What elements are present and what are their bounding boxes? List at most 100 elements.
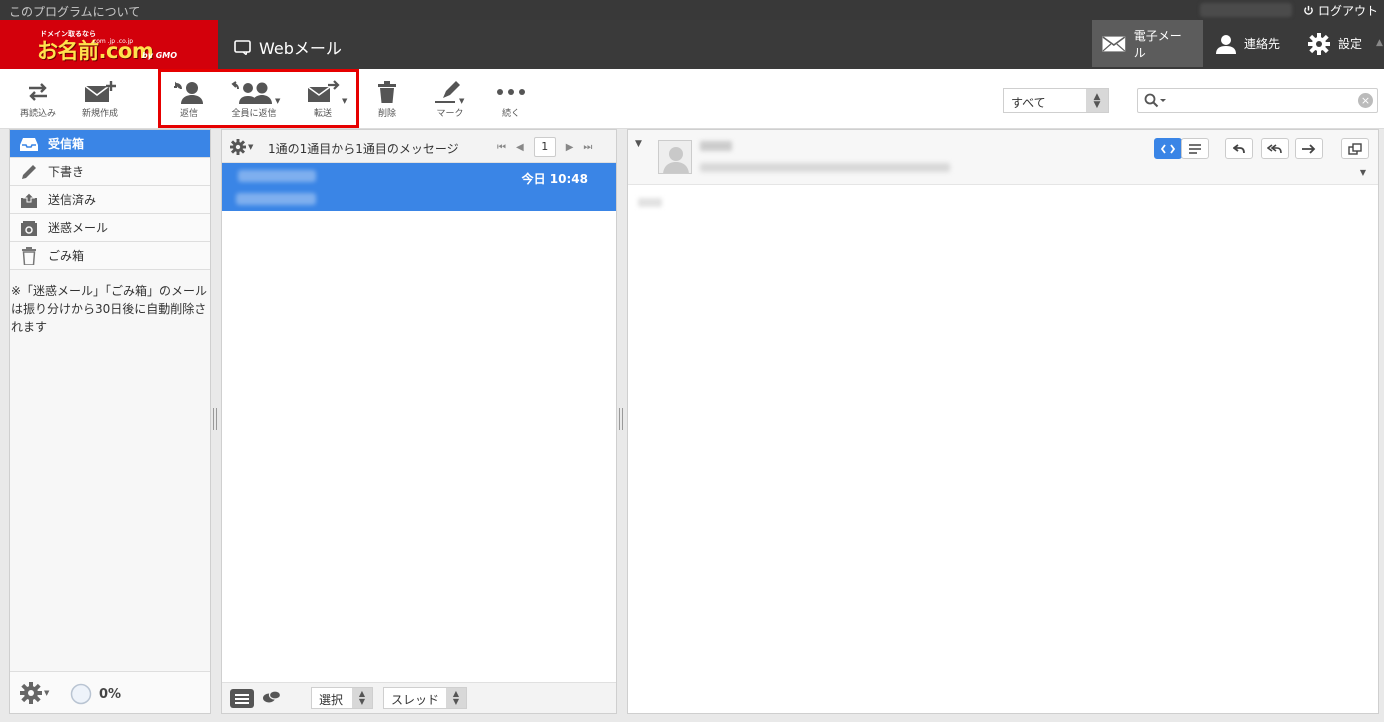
list-options-button[interactable]: ▼ — [230, 139, 253, 155]
logo-tlds: .com .jp .co.jp — [91, 38, 134, 45]
filter-select[interactable]: すべて ▲ ▼ — [1003, 88, 1109, 113]
delete-button[interactable]: 削除 — [369, 79, 405, 119]
message-sender-blurred — [238, 170, 316, 182]
list-footer: 選択 ▲ ▼ スレッド ▲ ▼ — [222, 682, 616, 713]
collapse-header-icon[interactable]: ▼ — [635, 139, 642, 149]
select-dropdown[interactable]: 選択 ▲ ▼ — [311, 687, 373, 709]
power-icon — [1304, 5, 1313, 15]
thread-dropdown[interactable]: スレッド ▲ ▼ — [383, 687, 467, 709]
folder-settings-button[interactable]: ▼ — [20, 682, 49, 704]
sender-avatar — [658, 140, 692, 174]
html-view-button[interactable] — [1154, 138, 1182, 159]
preview-header: ▼ ▼ — [628, 130, 1378, 185]
next-page-icon[interactable]: ▶ — [566, 142, 574, 153]
open-new-window-button[interactable] — [1341, 138, 1369, 159]
forward-arrow-icon — [1302, 143, 1316, 154]
gear-icon — [20, 682, 42, 704]
more-label: 続く — [501, 109, 520, 119]
preview-pane: ▼ ▼ — [627, 129, 1379, 714]
folder-label: 送信済み — [48, 193, 97, 207]
reply-all-label: 全員に返信 — [231, 109, 277, 119]
plain-view-button[interactable] — [1181, 138, 1209, 159]
nav-mail[interactable]: 電子メール — [1092, 20, 1203, 67]
quota-circle-icon — [70, 683, 92, 705]
nav-contacts[interactable]: 連絡先 — [1206, 20, 1296, 67]
nav-settings-label: 設定 — [1338, 37, 1363, 51]
folder-drafts[interactable]: 下書き — [10, 158, 210, 186]
first-page-icon[interactable]: ⏮ — [497, 142, 506, 153]
trash-icon — [20, 246, 38, 265]
folder-label: 迷惑メール — [48, 221, 109, 235]
new-window-icon — [1348, 142, 1362, 155]
preview-reply-button[interactable] — [1225, 138, 1253, 159]
chevron-down-icon: ▼ — [44, 689, 50, 697]
reply-all-button[interactable]: ▼ 全員に返信 — [223, 79, 285, 119]
list-header: ▼ 1通の1通目から1通目のメッセージ ⏮ ◀ 1 ▶ ⏭ — [222, 130, 616, 163]
folder-splitter-handle[interactable] — [213, 408, 217, 430]
forward-dropdown-icon[interactable]: ▼ — [342, 97, 347, 105]
message-row[interactable]: 今日 10:48 — [222, 163, 616, 211]
reply-all-people-icon — [231, 81, 272, 104]
about-link[interactable]: このプログラムについて — [9, 3, 140, 20]
delete-label: 削除 — [377, 109, 396, 119]
refresh-button[interactable]: 再読込み — [16, 79, 60, 119]
folder-trash[interactable]: ごみ箱 — [10, 242, 210, 270]
folder-inbox[interactable]: 受信箱 — [10, 130, 210, 158]
more-headers-icon[interactable]: ▼ — [1360, 168, 1366, 177]
reply-button[interactable]: 返信 — [169, 79, 209, 119]
folder-label: ごみ箱 — [48, 249, 85, 263]
header-scroll-up-icon[interactable]: ▲ — [1376, 38, 1383, 48]
page-number[interactable]: 1 — [533, 137, 556, 157]
preview-forward-button[interactable] — [1295, 138, 1323, 159]
sender-name-blurred — [700, 141, 732, 151]
search-options-icon[interactable] — [1144, 93, 1168, 112]
quota-indicator: 0% — [70, 683, 121, 705]
ellipsis-icon — [497, 89, 525, 95]
clear-search-icon[interactable]: × — [1358, 93, 1373, 108]
folder-sent[interactable]: 送信済み — [10, 186, 210, 214]
forward-label: 転送 — [313, 109, 332, 119]
gear-icon — [1308, 32, 1330, 55]
list-splitter-handle[interactable] — [619, 408, 623, 430]
nav-mail-label: 電子メール — [1133, 28, 1182, 60]
mark-label: マーク — [436, 109, 464, 119]
list-view-icon[interactable] — [230, 689, 254, 708]
mark-button[interactable]: ▼ マーク — [428, 79, 472, 119]
folder-pane: 受信箱 下書き 送信済み 迷惑メール ごみ箱 ※「迷惑メール」「ごみ箱」のメール… — [9, 129, 211, 714]
folder-label: 下書き — [48, 165, 85, 179]
more-button[interactable]: 続く — [494, 79, 528, 119]
username-blurred — [1200, 3, 1292, 17]
last-page-icon[interactable]: ⏭ — [583, 142, 592, 153]
prev-page-icon[interactable]: ◀ — [516, 142, 524, 153]
header-details-blurred — [700, 163, 950, 172]
filter-value: すべて — [1011, 96, 1046, 110]
forward-button[interactable]: ▼ 転送 — [301, 79, 347, 119]
thread-label: スレッド — [391, 693, 440, 707]
preview-reply-all-button[interactable] — [1261, 138, 1289, 159]
folder-label: 受信箱 — [48, 137, 85, 151]
auto-delete-note: ※「迷惑メール」「ごみ箱」のメールは振り分けから30日後に自動削除されます — [11, 284, 208, 334]
folder-footer: ▼ 0% — [10, 671, 210, 713]
refresh-arrows-icon — [29, 83, 47, 101]
compose-button[interactable]: 新規作成 — [78, 79, 122, 119]
reply-all-dropdown-icon[interactable]: ▼ — [275, 97, 280, 105]
nav-settings[interactable]: 設定 — [1298, 20, 1378, 67]
logout-button[interactable]: ログアウト — [1303, 2, 1378, 19]
search-box[interactable]: × — [1137, 88, 1378, 113]
reply-all-arrow-icon — [1267, 143, 1282, 153]
trash-icon — [378, 81, 396, 103]
sent-icon — [20, 191, 38, 208]
mark-dropdown-icon[interactable]: ▼ — [459, 97, 464, 105]
search-input[interactable] — [1172, 91, 1352, 110]
folder-junk[interactable]: 迷惑メール — [10, 214, 210, 242]
select-label: 選択 — [319, 693, 344, 707]
logo-gmo: by GMO — [142, 51, 178, 60]
header: ドメイン取るなら お名前.com .com .jp .co.jp by GMO … — [0, 20, 1384, 69]
reply-arrow-icon — [1233, 143, 1245, 153]
thread-view-icon[interactable] — [263, 690, 282, 707]
app-title-label: Webメール — [259, 39, 342, 58]
message-subject-blurred — [236, 193, 316, 205]
message-body-blurred — [638, 198, 662, 207]
onamae-logo[interactable]: ドメイン取るなら お名前.com .com .jp .co.jp by GMO — [0, 20, 218, 69]
envelope-icon — [1102, 35, 1126, 51]
